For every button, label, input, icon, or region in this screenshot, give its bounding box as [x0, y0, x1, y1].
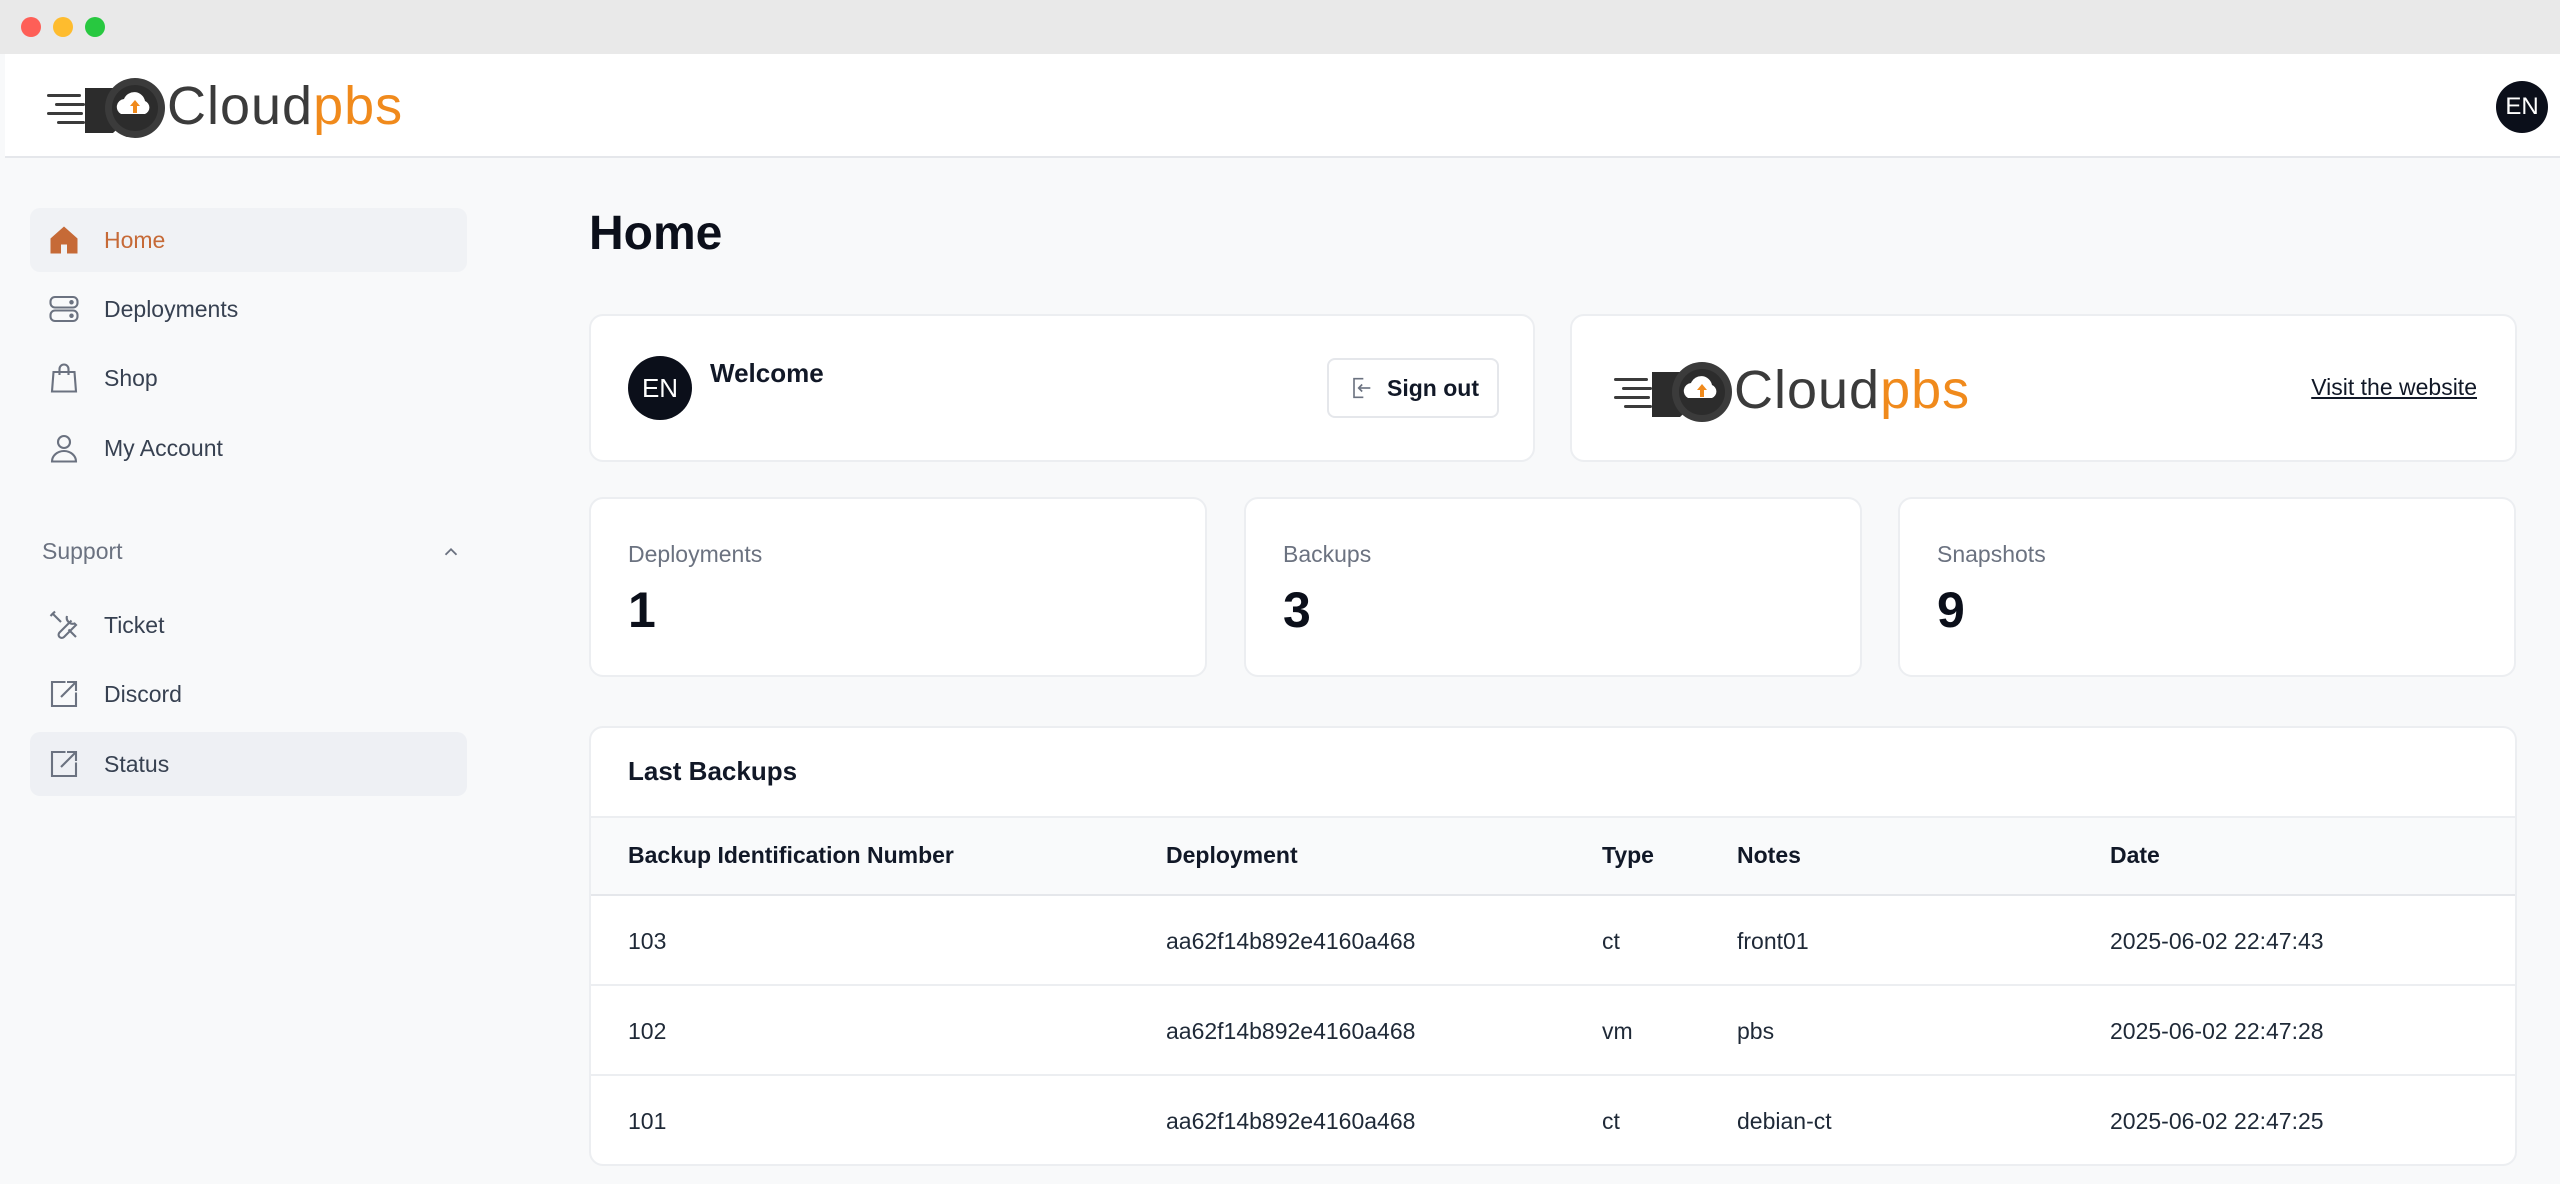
- stat-card-backups: Backups 3: [1244, 497, 1862, 677]
- cell-type: vm: [1602, 1018, 1633, 1044]
- sidebar-item-deployments[interactable]: Deployments: [30, 277, 467, 341]
- brand-wordmark: Cloudpbs: [167, 76, 404, 136]
- stat-value: 3: [1283, 582, 1311, 638]
- stat-label: Backups: [1283, 541, 1372, 567]
- server-icon: [49, 295, 79, 323]
- sidebar-item-status[interactable]: Status: [30, 732, 467, 796]
- external-link-icon: [50, 680, 78, 708]
- page-title: Home: [589, 207, 723, 260]
- cell-notes: pbs: [1737, 1018, 1775, 1044]
- table-title: Last Backups: [628, 756, 798, 786]
- welcome-card: EN Welcome Sign out: [589, 314, 1535, 462]
- welcome-heading: Welcome: [710, 358, 824, 388]
- maximize-window-button[interactable]: [85, 17, 105, 37]
- brand-wordmark: Cloudpbs: [1734, 360, 1971, 420]
- chevron-up-icon: [444, 547, 458, 555]
- website-card-logo: Cloudpbs: [1612, 358, 1970, 422]
- sign-out-button[interactable]: Sign out: [1327, 358, 1499, 418]
- sidebar-item-discord[interactable]: Discord: [30, 662, 467, 726]
- cell-date: 2025-06-02 22:47:28: [2110, 1018, 2324, 1044]
- brand-logo[interactable]: Cloudpbs: [45, 74, 403, 138]
- stat-value: 1: [628, 582, 656, 638]
- table-row[interactable]: 101 aa62f14b892e4160a468 ct debian-ct 20…: [591, 1076, 2515, 1164]
- sign-out-label: Sign out: [1387, 374, 1479, 401]
- sidebar-item-my-account[interactable]: My Account: [30, 416, 467, 480]
- sidebar-item-label: Discord: [104, 680, 182, 707]
- cell-type: ct: [1602, 928, 1620, 954]
- minimize-window-button[interactable]: [53, 17, 73, 37]
- cell-date: 2025-06-02 22:47:25: [2110, 1108, 2324, 1134]
- column-header[interactable]: Date: [2110, 842, 2160, 869]
- sidebar-item-label: Ticket: [104, 611, 165, 638]
- sidebar-item-ticket[interactable]: Ticket: [30, 593, 467, 657]
- column-header[interactable]: Backup Identification Number: [628, 842, 954, 869]
- stat-card-deployments: Deployments 1: [589, 497, 1207, 677]
- table-header: Backup Identification Number Deployment …: [591, 816, 2515, 896]
- window-titlebar: [0, 0, 2560, 54]
- sidebar-item-label: Home: [104, 226, 166, 253]
- cell-notes: debian-ct: [1737, 1108, 1832, 1134]
- visit-website-link[interactable]: Visit the website: [2311, 374, 2477, 401]
- cell-deployment: aa62f14b892e4160a468: [1166, 928, 1416, 954]
- support-section-label: Support: [42, 538, 123, 564]
- sidebar-item-label: Deployments: [104, 295, 239, 322]
- cell-type: ct: [1602, 1108, 1620, 1134]
- close-window-button[interactable]: [21, 17, 41, 37]
- top-header: Cloudpbs EN: [5, 54, 2560, 158]
- sidebar-item-label: Shop: [104, 364, 158, 391]
- cell-backup-id: 101: [628, 1108, 667, 1134]
- sidebar-item-label: My Account: [104, 434, 223, 461]
- support-section-toggle[interactable]: Support: [42, 538, 462, 565]
- table-row[interactable]: 103 aa62f14b892e4160a468 ct front01 2025…: [591, 896, 2515, 986]
- cell-backup-id: 103: [628, 928, 667, 954]
- wrench-icon: [49, 610, 78, 639]
- cell-date: 2025-06-02 22:47:43: [2110, 928, 2324, 954]
- cell-notes: front01: [1737, 928, 1809, 954]
- external-link-icon: [50, 750, 78, 778]
- sidebar-item-home[interactable]: Home: [30, 208, 467, 272]
- home-icon: [50, 226, 78, 254]
- app-window: Cloudpbs EN Home Deployments Shop My Acc…: [0, 0, 2560, 1184]
- column-header[interactable]: Notes: [1737, 842, 1801, 869]
- sign-out-icon: [1353, 377, 1371, 399]
- shopping-bag-icon: [50, 363, 78, 393]
- stat-value: 9: [1937, 582, 1965, 638]
- cell-deployment: aa62f14b892e4160a468: [1166, 1108, 1416, 1134]
- column-header[interactable]: Deployment: [1166, 842, 1298, 869]
- sidebar-item-shop[interactable]: Shop: [30, 346, 467, 410]
- cloud-logo-icon: [47, 78, 165, 138]
- cell-backup-id: 102: [628, 1018, 667, 1044]
- table-row[interactable]: 102 aa62f14b892e4160a468 vm pbs 2025-06-…: [591, 986, 2515, 1076]
- stat-label: Snapshots: [1937, 541, 2046, 567]
- column-header[interactable]: Type: [1602, 842, 1654, 869]
- last-backups-card: Last Backups Backup Identification Numbe…: [589, 726, 2517, 1166]
- cloud-logo-icon: [1614, 362, 1732, 422]
- stat-label: Deployments: [628, 541, 763, 567]
- sidebar-item-label: Status: [104, 750, 170, 777]
- user-icon: [50, 434, 78, 463]
- cell-deployment: aa62f14b892e4160a468: [1166, 1018, 1416, 1044]
- user-avatar[interactable]: EN: [2496, 81, 2548, 133]
- avatar: EN: [628, 356, 692, 420]
- stat-card-snapshots: Snapshots 9: [1898, 497, 2516, 677]
- sidebar: Home Deployments Shop My Account Support…: [5, 160, 475, 1184]
